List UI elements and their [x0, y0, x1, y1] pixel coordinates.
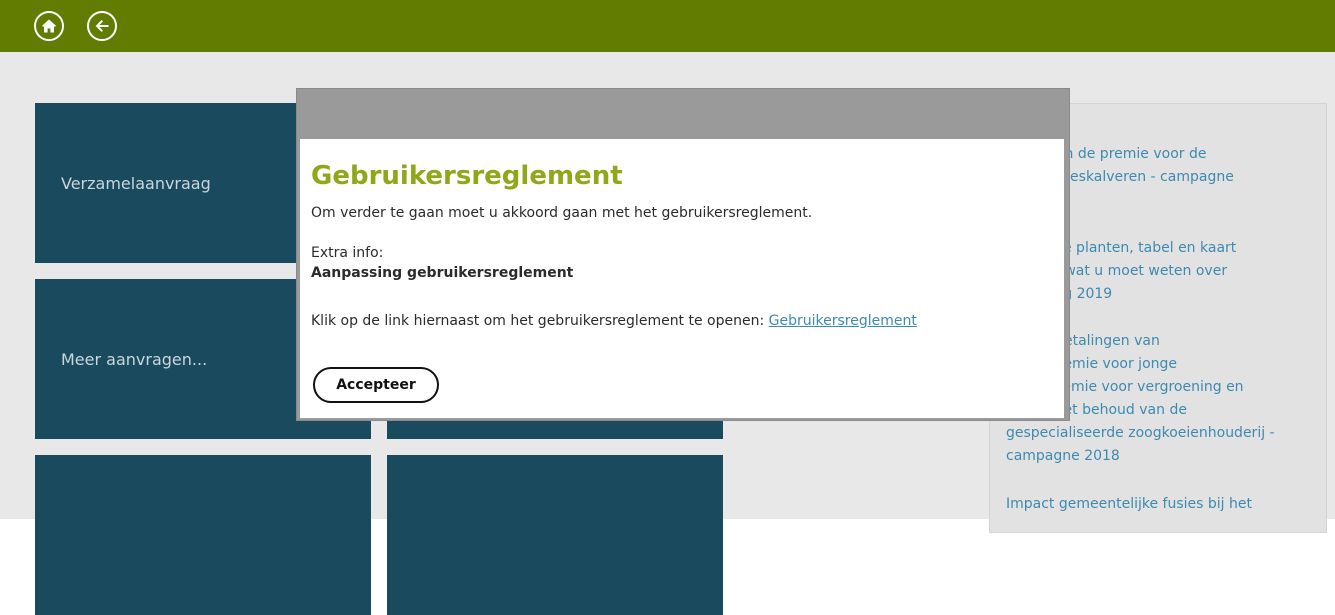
tile-label: Verzamelaanvraag — [61, 173, 211, 193]
gebruikersreglement-dialog: Gebruikersreglement Om verder te gaan mo… — [300, 139, 1064, 418]
accept-button[interactable]: Accepteer — [313, 367, 439, 403]
back-button[interactable] — [87, 11, 117, 41]
home-button[interactable] — [34, 11, 64, 41]
news-line: campagne 2018 — [1006, 448, 1120, 464]
home-icon — [42, 19, 56, 33]
extra-info-label: Extra info: — [311, 245, 384, 261]
dialog-title: Gebruikersreglement — [311, 161, 623, 191]
news-line: gespecialiseerde zoogkoeienhouderij - — [1006, 425, 1275, 441]
news-item[interactable]: Impact gemeentelijke fusies bij het — [1006, 493, 1306, 516]
link-prefix: Klik op de link hiernaast om het gebruik… — [311, 313, 769, 329]
tile-label: Meer aanvragen... — [61, 349, 208, 369]
tile[interactable] — [387, 455, 723, 615]
extra-info-value: Aanpassing gebruikersreglement — [311, 265, 574, 281]
top-bar — [0, 0, 1335, 52]
arrow-left-icon — [95, 20, 109, 32]
tile[interactable] — [35, 455, 371, 615]
news-line: Impact gemeentelijke fusies bij het — [1006, 496, 1252, 512]
dialog-link-line: Klik op de link hiernaast om het gebruik… — [311, 311, 1064, 331]
gebruikersreglement-link[interactable]: Gebruikersreglement — [769, 313, 917, 329]
dialog-intro: Om verder te gaan moet u akkoord gaan me… — [311, 205, 813, 221]
modal-overlay: Gebruikersreglement Om verder te gaan mo… — [296, 88, 1070, 421]
